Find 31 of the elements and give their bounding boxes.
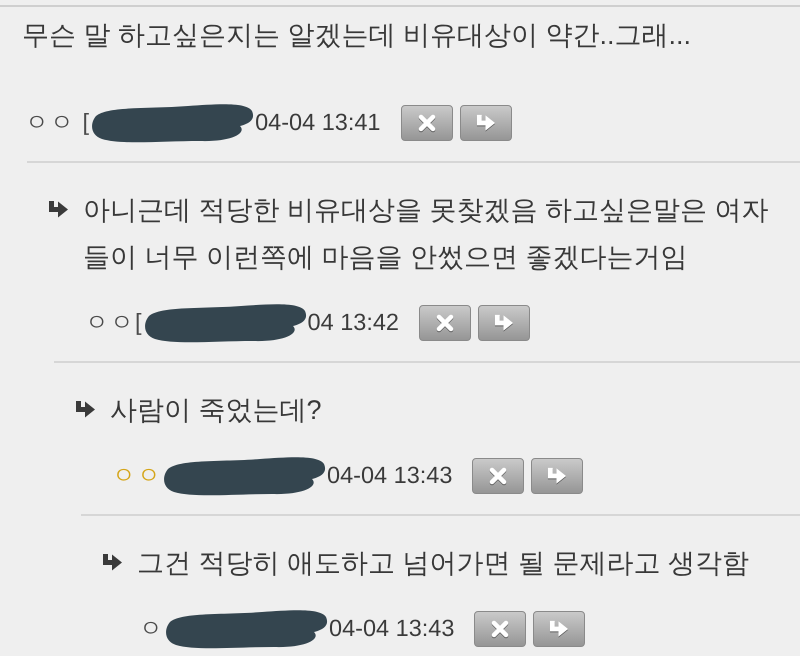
author-name: ㅇ (139, 614, 164, 644)
author-name: ㅇㅇ[ (85, 308, 143, 338)
comment-text: 사람이 죽었는데? (110, 394, 323, 427)
reply-button[interactable] (531, 458, 584, 494)
reply-button[interactable] (460, 105, 512, 141)
comment-text: 아니근데 적당한 비유대상을 못찾겠음 하고싶은말은 여자들이 너무 이런쪽에 마음을 안썼으면 좋겠다는거임 (83, 194, 770, 274)
bent-arrow-icon (547, 466, 568, 486)
comment-time: 04 13:42 (308, 308, 400, 338)
comment-text: 무슨 말 하고싶은지는 알겠는데 비유대상이 약간..그래... (22, 19, 692, 52)
bent-arrow-icon (48, 200, 69, 219)
bent-arrow-icon (102, 553, 123, 572)
reply-button[interactable] (478, 305, 530, 341)
comment-text: 그건 적당히 애도하고 넘어가면 될 문제라고 생각함 (137, 547, 750, 580)
cross-icon (490, 619, 510, 639)
delete-button[interactable] (419, 305, 472, 341)
cross-icon (488, 466, 508, 486)
author-name: ㅇㅇ [ (25, 108, 90, 138)
author-name: ㅇㅇ (112, 461, 162, 490)
cross-icon (435, 313, 456, 333)
bent-arrow-icon (476, 113, 496, 133)
comment-time: 04-04 13:43 (327, 461, 452, 490)
delete-button[interactable] (472, 458, 524, 494)
reply-button[interactable] (533, 611, 586, 647)
comment-time: 04-04 13:43 (329, 614, 454, 644)
bent-arrow-icon (75, 400, 96, 419)
bent-arrow-icon (549, 619, 570, 639)
bent-arrow-icon (494, 313, 514, 333)
comment-time: 04-04 13:41 (255, 108, 381, 138)
delete-button[interactable] (474, 611, 526, 647)
cross-icon (416, 113, 437, 133)
delete-button[interactable] (400, 105, 453, 141)
